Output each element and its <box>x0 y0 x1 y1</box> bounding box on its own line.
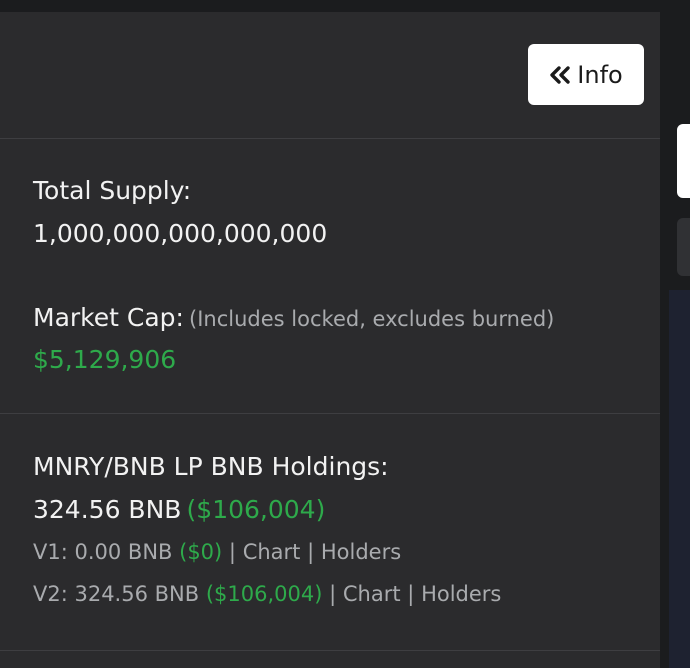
lp-holdings-total: 324.56 BNB ($106,004) <box>33 495 325 524</box>
separator: | <box>407 582 415 606</box>
viewport: Info Total Supply: 1,000,000,000,000,000… <box>0 0 690 668</box>
total-supply-value: 1,000,000,000,000,000 <box>33 219 328 248</box>
panel-header: Info <box>0 12 660 139</box>
separator: | <box>228 540 236 564</box>
lp-v1-chart-link[interactable]: Chart <box>243 540 301 564</box>
lp-holdings-usd: ($106,004) <box>186 495 326 524</box>
info-button[interactable]: Info <box>528 44 644 105</box>
lp-holdings-section: MNRY/BNB LP BNB Holdings: 324.56 BNB ($1… <box>0 415 660 651</box>
info-button-label: Info <box>577 60 623 89</box>
adjacent-panel-body <box>669 290 690 668</box>
lp-v1-row: V1: 0.00 BNB ($0) | Chart | Holders <box>33 540 401 564</box>
total-supply-label: Total Supply: <box>33 176 192 205</box>
market-cap-row: Market Cap: (Includes locked, excludes b… <box>33 303 554 332</box>
adjacent-panel-button[interactable] <box>677 124 690 198</box>
lp-holdings-label: MNRY/BNB LP BNB Holdings: <box>33 452 389 481</box>
lp-v1-amount: V1: 0.00 BNB <box>33 540 173 564</box>
supply-section: Total Supply: 1,000,000,000,000,000 Mark… <box>0 139 660 414</box>
lp-v1-holders-link[interactable]: Holders <box>321 540 401 564</box>
lp-v1-usd: ($0) <box>179 540 223 564</box>
adjacent-panel-field[interactable] <box>677 218 690 276</box>
lp-v2-usd: ($106,004) <box>205 582 323 606</box>
separator: | <box>329 582 337 606</box>
lp-v2-holders-link[interactable]: Holders <box>421 582 501 606</box>
market-cap-value: $5,129,906 <box>33 345 177 374</box>
double-chevron-left-icon <box>549 65 571 85</box>
lp-v2-row: V2: 324.56 BNB ($106,004) | Chart | Hold… <box>33 582 501 606</box>
market-cap-label: Market Cap: <box>33 303 184 332</box>
lp-holdings-amount: 324.56 BNB <box>33 495 182 524</box>
separator: | <box>307 540 315 564</box>
lp-v2-chart-link[interactable]: Chart <box>343 582 401 606</box>
market-cap-note: (Includes locked, excludes burned) <box>189 307 555 331</box>
lp-v2-amount: V2: 324.56 BNB <box>33 582 200 606</box>
token-info-panel: Info Total Supply: 1,000,000,000,000,000… <box>0 12 660 668</box>
